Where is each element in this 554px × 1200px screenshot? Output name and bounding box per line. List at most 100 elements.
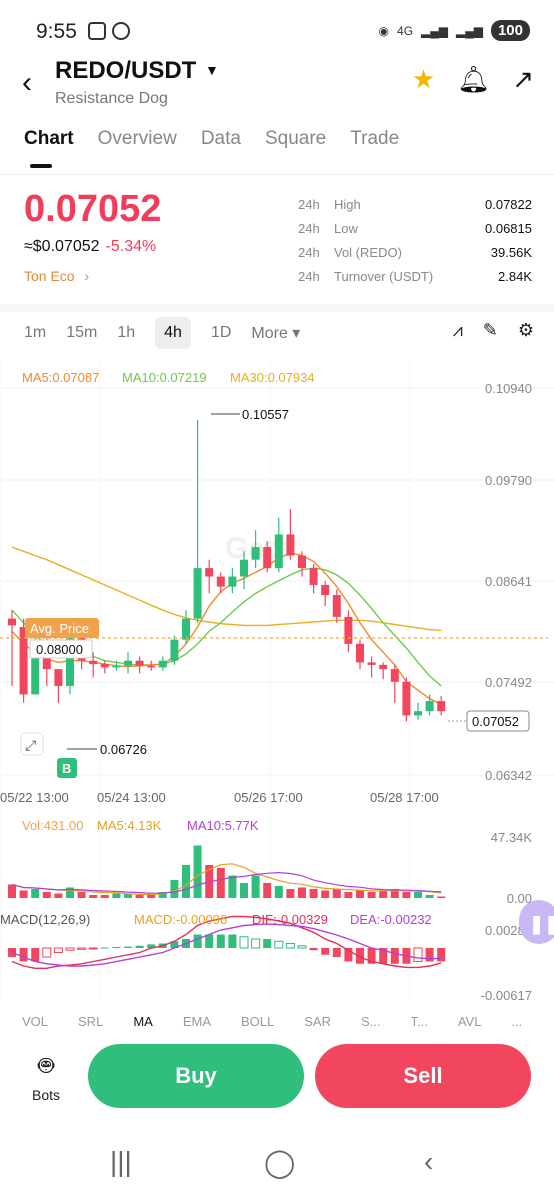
vol-ma10-legend: MA10:5.77K	[187, 818, 259, 833]
time-tick: 05/28 17:00	[370, 790, 439, 805]
volume-bar	[286, 889, 295, 898]
volume-bar	[112, 893, 121, 898]
volume-bar	[437, 896, 446, 898]
macd-bar	[88, 947, 98, 950]
macd-bar	[19, 948, 28, 962]
volume-bars	[8, 845, 446, 898]
candle-body	[332, 595, 341, 617]
candle-body	[390, 669, 399, 682]
time-tick: 05/26 17:00	[234, 790, 303, 805]
candle-body	[54, 669, 63, 686]
macd-bar	[309, 948, 318, 951]
tab-overview[interactable]: Overview	[98, 128, 177, 150]
candle-body	[321, 584, 330, 596]
price-tick: 0.08641	[485, 574, 532, 589]
macd-bar	[274, 940, 284, 949]
share-icon[interactable]: ↗	[512, 64, 534, 95]
price-usd: ≈$0.07052 -5.34%	[24, 238, 156, 256]
high-mark: 0.10557	[242, 407, 289, 422]
tab-divider	[0, 174, 554, 175]
buy-button[interactable]: Buy	[88, 1044, 304, 1108]
volume-bar	[344, 892, 353, 898]
indicator-tab[interactable]: MA	[133, 1014, 153, 1026]
ma5-legend: MA5:0.07087	[22, 370, 99, 385]
indicator-tab[interactable]: T...	[410, 1014, 427, 1026]
stat-period: 24h	[298, 196, 320, 212]
candle-body	[414, 711, 422, 716]
stat-label: High	[334, 196, 361, 212]
time-axis: 05/22 13:00 05/24 13:00 05/26 17:00 05/2…	[0, 790, 439, 805]
macd-bar	[239, 936, 249, 949]
pair-title[interactable]: REDO/USDT	[55, 57, 196, 85]
recents-icon[interactable]: |||	[110, 1146, 132, 1178]
chart-tools: ⩘ ✎ ⚙	[453, 320, 534, 341]
chevron-down-icon[interactable]: ▼	[205, 62, 219, 78]
vol-ma5-legend: MA5:4.13K	[97, 818, 162, 833]
candle-body	[309, 568, 318, 585]
indicator-tab[interactable]: S...	[361, 1014, 381, 1026]
candle-body	[112, 665, 121, 668]
time-tick: 05/24 13:00	[97, 790, 166, 805]
tf-1m[interactable]: 1m	[24, 324, 46, 342]
tf-1h[interactable]: 1h	[117, 324, 135, 342]
candle-body	[402, 681, 411, 716]
tab-square[interactable]: Square	[265, 128, 326, 150]
usd-value: ≈$0.07052	[24, 238, 100, 255]
volume-bar	[425, 895, 434, 898]
macd-bar	[297, 945, 307, 949]
indicator-tab[interactable]: EMA	[183, 1014, 211, 1026]
kline-chart[interactable]: Gate MA5:0.07087 MA10:0.07219 MA30:0.079…	[0, 360, 554, 1014]
candle-body	[240, 559, 248, 577]
tf-1d[interactable]: 1D	[211, 324, 231, 342]
tf-more[interactable]: More ▾	[251, 323, 300, 343]
robot-icon: 🤖︎	[38, 1050, 54, 1080]
network-label: 4G	[397, 23, 414, 38]
tab-data[interactable]: Data	[201, 128, 241, 150]
stat-label: Vol (REDO)	[334, 244, 402, 260]
tab-chart[interactable]: Chart	[24, 128, 74, 168]
stat-row: 24h Low 0.06815	[298, 216, 532, 240]
stat-label: Turnover (USDT)	[334, 268, 434, 284]
eco-tag[interactable]: Ton Eco ›	[24, 268, 89, 284]
indicator-tab[interactable]: VOL	[22, 1014, 48, 1026]
indicator-icon[interactable]: ⩘	[453, 320, 463, 341]
system-nav-bar: ||| ◯ ‹	[0, 1136, 554, 1200]
macd-bar	[437, 948, 446, 962]
dea-value: DEA:-0.00232	[350, 912, 432, 927]
candle-body	[100, 664, 109, 668]
home-icon[interactable]: ◯	[264, 1146, 295, 1179]
bell-icon[interactable]: 🔔︎	[457, 64, 490, 95]
price-tick: 0.07492	[485, 675, 532, 690]
tf-4h[interactable]: 4h	[155, 317, 191, 349]
indicator-tab[interactable]: AVL	[458, 1014, 482, 1026]
status-right: ◉ 4G ▂▄▆ ▂▄▆ 100	[379, 20, 530, 41]
stats-panel: 24h High 0.07822 24h Low 0.06815 24h Vol (RED…	[298, 192, 532, 288]
volume-bar	[356, 890, 364, 898]
bots-button[interactable]: 🤖︎ Bots	[32, 1048, 60, 1103]
settings-icon[interactable]: ⚙	[518, 320, 534, 341]
stat-value: 2.84K	[498, 268, 532, 284]
back-nav-icon[interactable]: ‹	[424, 1146, 433, 1178]
draw-icon[interactable]: ✎	[483, 320, 498, 341]
volume-bar	[402, 892, 411, 898]
stat-row: 24h Turnover (USDT) 2.84K	[298, 264, 532, 288]
indicator-tab[interactable]: SRL	[78, 1014, 103, 1026]
volume-bar	[298, 887, 306, 898]
candle-body	[124, 660, 132, 666]
price-change: -5.34%	[105, 238, 157, 255]
tab-trade[interactable]: Trade	[350, 128, 399, 150]
back-icon[interactable]: ‹	[22, 66, 32, 100]
volume-bar	[135, 895, 144, 898]
candle-body	[379, 664, 388, 670]
indicator-tab[interactable]: SAR	[304, 1014, 331, 1026]
expand-icon: ⤢	[25, 737, 36, 753]
star-icon[interactable]: ★	[412, 64, 435, 95]
indicator-tab[interactable]: BOLL	[241, 1014, 274, 1026]
tf-15m[interactable]: 15m	[66, 324, 97, 342]
candle-body	[216, 576, 225, 587]
candle-body	[158, 660, 167, 668]
sell-button[interactable]: Sell	[315, 1044, 531, 1108]
avg-price-value: 0.08000	[36, 642, 83, 657]
bottom-action-bar: 🤖︎ Bots Buy Sell	[0, 1028, 554, 1128]
indicator-tab[interactable]: ...	[511, 1014, 522, 1026]
